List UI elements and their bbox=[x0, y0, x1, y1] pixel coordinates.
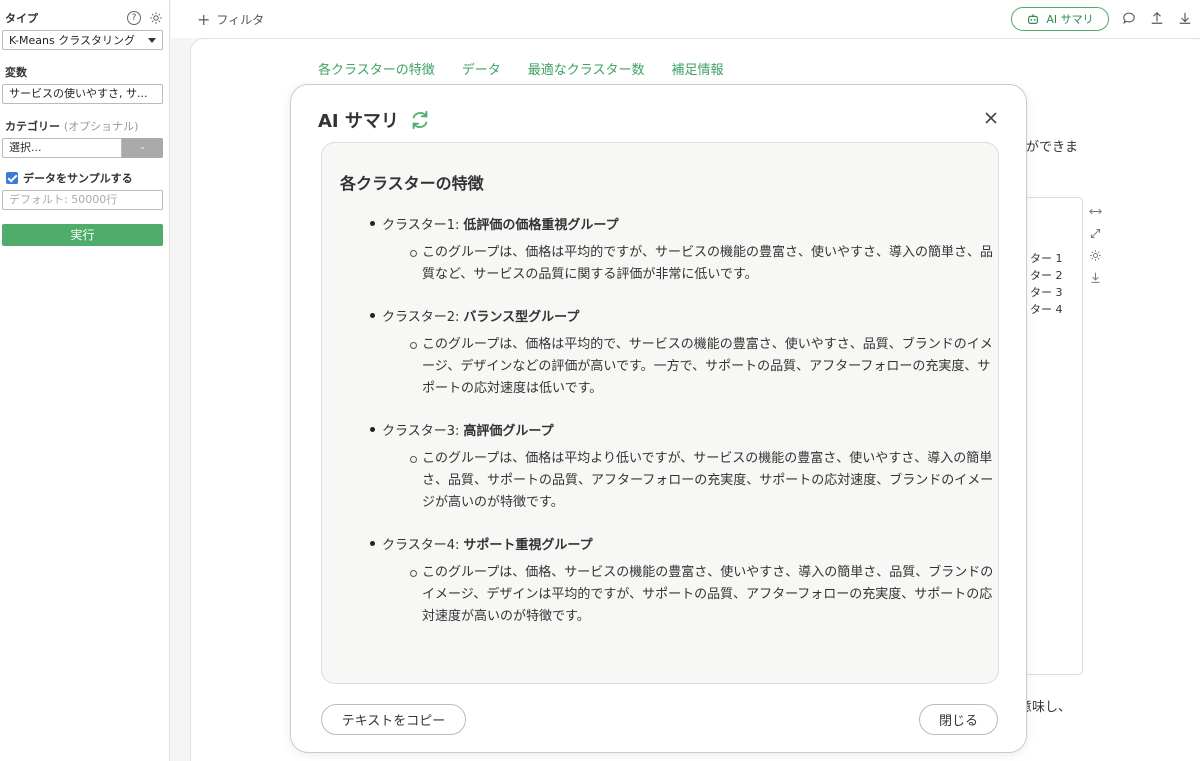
sample-check-row[interactable]: データをサンプルする bbox=[2, 170, 163, 186]
variable-label: 変数 bbox=[5, 66, 27, 79]
fullscreen-icon[interactable] bbox=[1089, 227, 1102, 240]
category-input[interactable]: 選択... bbox=[2, 138, 122, 158]
run-button[interactable]: 実行 bbox=[2, 224, 163, 246]
tab-optimal-clusters[interactable]: 最適なクラスター数 bbox=[528, 59, 645, 78]
sample-checkbox[interactable] bbox=[6, 172, 18, 184]
cluster-description: このグループは、価格、サービスの機能の豊富さ、使いやすさ、導入の簡単さ、品質、ブ… bbox=[340, 562, 1000, 628]
tab-supplementary[interactable]: 補足情報 bbox=[672, 59, 724, 78]
category-label-row: カテゴリー (オプショナル) bbox=[2, 118, 163, 134]
cluster-name: クラスター4: bbox=[382, 538, 460, 553]
modal-title-row: AI サマリ bbox=[318, 107, 431, 133]
download-icon[interactable] bbox=[1089, 271, 1102, 284]
cluster-name: クラスター1: bbox=[382, 218, 460, 233]
variable-input[interactable]: サービスの使いやすさ, サ... bbox=[2, 84, 163, 104]
cluster-item: クラスター3: 高評価グループ このグループは、価格は平均より低いですが、サービス… bbox=[340, 420, 993, 514]
category-label: カテゴリー bbox=[5, 120, 60, 133]
cluster-title: バランス型グループ bbox=[463, 310, 580, 325]
cluster-description: このグループは、価格は平均より低いですが、サービスの機能の豊富さ、使いやすさ、導… bbox=[340, 448, 1000, 514]
cluster-title: サポート重視グループ bbox=[463, 538, 593, 553]
bullet-icon bbox=[370, 427, 375, 432]
cluster-item: クラスター1: 低評価の価格重視グループ このグループは、価格は平均的ですが、サー… bbox=[340, 214, 993, 286]
cluster-description: このグループは、価格は平均的ですが、サービスの機能の豊富さ、使いやすさ、導入の簡… bbox=[340, 242, 1000, 286]
type-select[interactable]: K-Means クラスタリング bbox=[2, 30, 163, 50]
ai-summary-label: AI サマリ bbox=[1046, 13, 1094, 26]
sample-label: データをサンプルする bbox=[23, 172, 133, 185]
left-sidebar: タイプ ? K-Means クラスタリング 変数 サービスの使いやすさ, サ..… bbox=[0, 0, 170, 761]
legend-item: ター 4 bbox=[1030, 303, 1063, 316]
expand-horizontal-icon[interactable] bbox=[1089, 205, 1102, 218]
ai-summary-button[interactable]: AI サマリ bbox=[1011, 7, 1109, 31]
refresh-icon[interactable] bbox=[409, 109, 431, 131]
upload-icon[interactable] bbox=[1150, 11, 1164, 25]
cluster-title: 低評価の価格重視グループ bbox=[463, 218, 619, 233]
copy-text-button[interactable]: テキストをコピー bbox=[321, 704, 466, 735]
legend-item: ター 1 bbox=[1030, 252, 1063, 265]
tab-data[interactable]: データ bbox=[462, 59, 501, 78]
bullet-icon bbox=[370, 313, 375, 318]
filter-button[interactable]: + フィルタ bbox=[197, 11, 264, 28]
category-selector: 選択... - bbox=[2, 138, 163, 158]
chart-tools bbox=[1089, 205, 1102, 284]
category-optional: (オプショナル) bbox=[63, 120, 139, 133]
ai-summary-modal: AI サマリ 各クラスターの特徴 クラスター1: 低評価の価格重視グループ このグ… bbox=[290, 84, 1027, 753]
background-text: ができま bbox=[1026, 140, 1079, 155]
modal-title: AI サマリ bbox=[318, 111, 399, 132]
cluster-name: クラスター2: bbox=[382, 310, 460, 325]
category-dash-button[interactable]: - bbox=[122, 138, 163, 158]
legend-item: ター 3 bbox=[1030, 286, 1063, 299]
gear-icon[interactable] bbox=[149, 11, 163, 25]
filter-label: フィルタ bbox=[216, 13, 265, 27]
cluster-name: クラスター3: bbox=[382, 424, 460, 439]
bullet-icon bbox=[370, 221, 375, 226]
type-label: タイプ bbox=[5, 12, 38, 25]
help-icon[interactable]: ? bbox=[127, 11, 141, 25]
result-tabs: 各クラスターの特徴 データ 最適なクラスター数 補足情報 bbox=[318, 59, 724, 78]
close-button[interactable]: 閉じる bbox=[919, 704, 998, 735]
cluster-title: 高評価グループ bbox=[463, 424, 554, 439]
type-select-value: K-Means クラスタリング bbox=[9, 34, 136, 47]
caret-down-icon bbox=[148, 37, 156, 43]
plus-icon: + bbox=[197, 9, 211, 29]
close-icon[interactable] bbox=[984, 111, 998, 125]
robot-icon bbox=[1028, 14, 1039, 24]
sample-size-input[interactable]: デフォルト: 50000行 bbox=[2, 190, 163, 210]
gear-icon[interactable] bbox=[1089, 249, 1102, 262]
legend-item: ター 2 bbox=[1030, 269, 1063, 282]
cluster-item: クラスター4: サポート重視グループ このグループは、価格、サービスの機能の豊富さ… bbox=[340, 534, 993, 628]
cluster-item: クラスター2: バランス型グループ このグループは、価格は平均的で、サービスの機能… bbox=[340, 306, 993, 400]
section-title: 各クラスターの特徴 bbox=[340, 174, 484, 193]
bullet-icon bbox=[370, 541, 375, 546]
summary-content: 各クラスターの特徴 クラスター1: 低評価の価格重視グループ このグループは、価格… bbox=[321, 142, 999, 684]
tab-cluster-features[interactable]: 各クラスターの特徴 bbox=[318, 59, 435, 78]
comment-icon[interactable] bbox=[1122, 11, 1136, 25]
top-bar: + フィルタ AI サマリ bbox=[171, 0, 1200, 38]
cluster-description: このグループは、価格は平均的で、サービスの機能の豊富さ、使いやすさ、品質、ブラン… bbox=[340, 334, 1000, 400]
download-icon[interactable] bbox=[1178, 11, 1192, 25]
